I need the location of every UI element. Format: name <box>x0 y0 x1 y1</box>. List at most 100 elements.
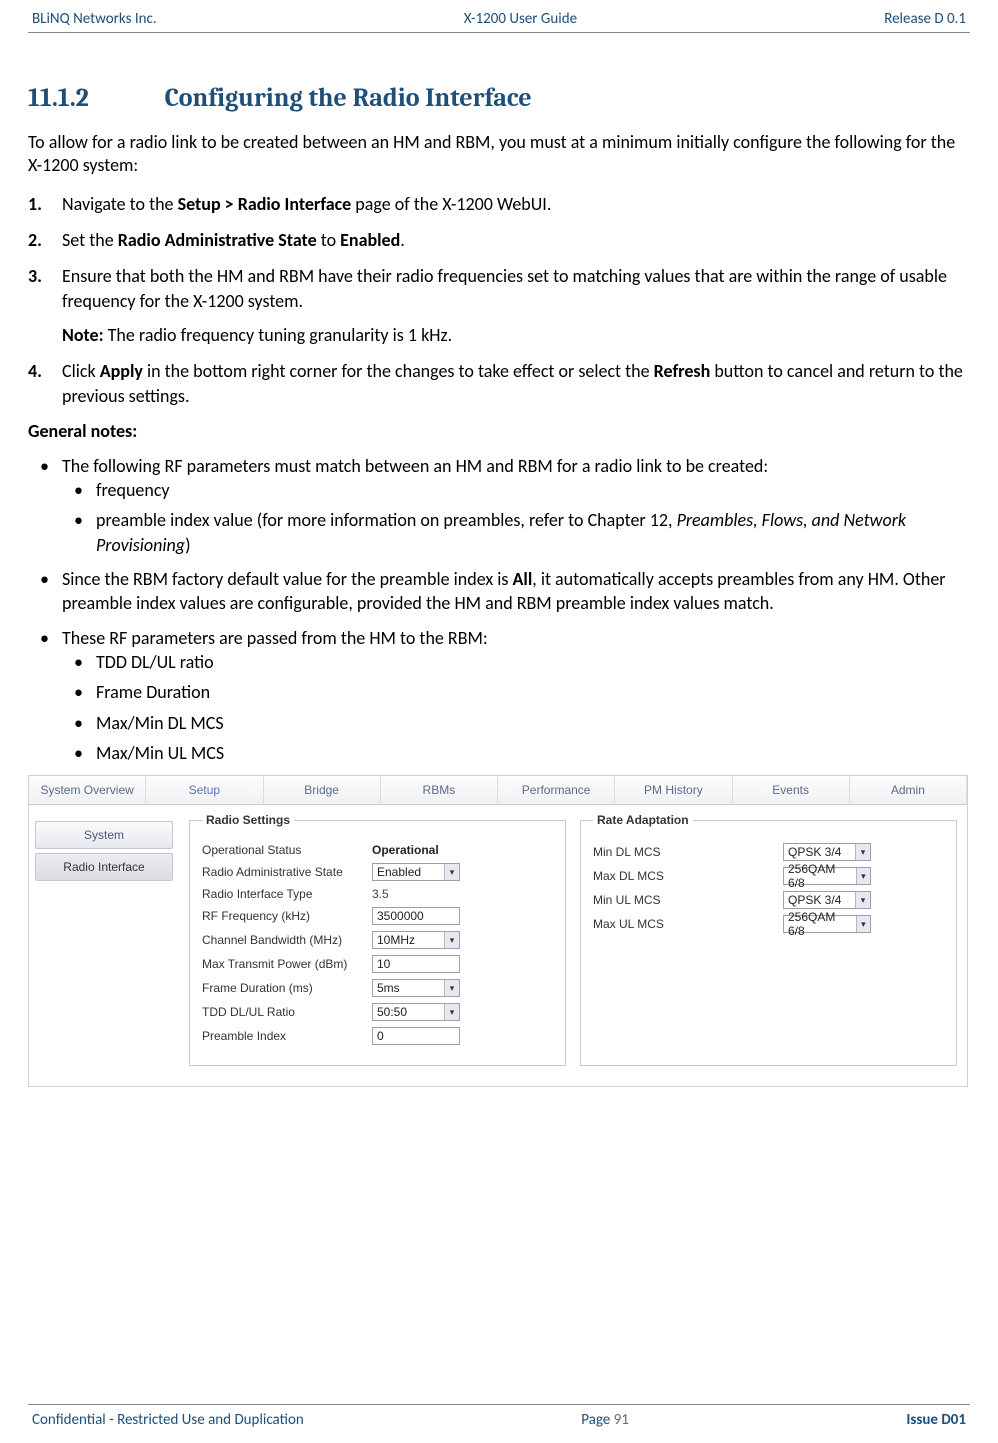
step-text: Navigate to the <box>62 193 178 215</box>
note-text: Since the RBM factory default value for … <box>62 568 513 590</box>
note-text: ) <box>185 534 190 556</box>
field-name: Radio Administrative State <box>118 229 317 251</box>
tab-bridge[interactable]: Bridge <box>264 776 381 804</box>
rate-adaptation-panel: Rate Adaptation Min DL MCS QPSK 3/4 Max … <box>580 813 957 1066</box>
rf-frequency-label: RF Frequency (kHz) <box>202 909 372 923</box>
list-item: TDD DL/UL ratio <box>62 650 970 674</box>
tdd-ratio-select[interactable]: 50:50 <box>372 1003 460 1021</box>
step-text: page of the X-1200 WebUI. <box>351 193 551 215</box>
footer-issue: Issue D01 <box>906 1411 966 1429</box>
sidebar-item-system[interactable]: System <box>35 821 173 849</box>
steps-list: 1. Navigate to the Setup > Radio Interfa… <box>28 192 970 408</box>
max-tx-power-input[interactable]: 10 <box>372 955 460 973</box>
max-ul-mcs-select[interactable]: 256QAM 6/8 <box>783 915 871 933</box>
footer-page: Page 91 <box>581 1411 629 1429</box>
admin-state-label: Radio Administrative State <box>202 865 372 879</box>
webui-screenshot: System Overview Setup Bridge RBMs Perfor… <box>28 775 968 1087</box>
main-panel: Radio Settings Operational Status Operat… <box>179 805 967 1086</box>
min-dl-mcs-select[interactable]: QPSK 3/4 <box>783 843 871 861</box>
interface-type-label: Radio Interface Type <box>202 887 372 901</box>
list-item: preamble index value (for more informati… <box>62 508 970 557</box>
tab-events[interactable]: Events <box>733 776 850 804</box>
page-header: BLiNQ Networks Inc. X-1200 User Guide Re… <box>28 0 970 33</box>
sub-list: frequency preamble index value (for more… <box>62 478 970 557</box>
frame-duration-label: Frame Duration (ms) <box>202 981 372 995</box>
list-item: Frame Duration <box>62 680 970 704</box>
general-notes-list: The following RF parameters must match b… <box>28 454 970 765</box>
page-number: 91 <box>614 1411 629 1429</box>
step-note: Note: The radio frequency tuning granula… <box>62 323 970 347</box>
min-ul-mcs-select[interactable]: QPSK 3/4 <box>783 891 871 909</box>
step-4: 4. Click Apply in the bottom right corne… <box>28 359 970 408</box>
preamble-index-label: Preamble Index <box>202 1029 372 1043</box>
section-title-text: Configuring the Radio Interface <box>165 83 532 113</box>
rf-frequency-input[interactable]: 3500000 <box>372 907 460 925</box>
note-text: These RF parameters are passed from the … <box>62 627 488 649</box>
tab-admin[interactable]: Admin <box>850 776 967 804</box>
preamble-index-input[interactable]: 0 <box>372 1027 460 1045</box>
section-number: 11.1.2 <box>28 83 89 113</box>
min-dl-mcs-label: Min DL MCS <box>593 845 783 859</box>
step-number: 2. <box>28 228 42 252</box>
tab-system-overview[interactable]: System Overview <box>29 776 146 804</box>
tab-bar: System Overview Setup Bridge RBMs Perfor… <box>29 776 967 805</box>
channel-bandwidth-select[interactable]: 10MHz <box>372 931 460 949</box>
general-notes-heading: General notes: <box>28 420 970 442</box>
channel-bandwidth-label: Channel Bandwidth (MHz) <box>202 933 372 947</box>
frame-duration-select[interactable]: 5ms <box>372 979 460 997</box>
interface-type-value: 3.5 <box>372 887 389 901</box>
list-item: frequency <box>62 478 970 502</box>
button-name: Refresh <box>654 360 711 382</box>
min-ul-mcs-label: Min UL MCS <box>593 893 783 907</box>
max-dl-mcs-select[interactable]: 256QAM 6/8 <box>783 867 871 885</box>
admin-state-select[interactable]: Enabled <box>372 863 460 881</box>
sub-list: TDD DL/UL ratio Frame Duration Max/Min D… <box>62 650 970 765</box>
max-tx-power-label: Max Transmit Power (dBm) <box>202 957 372 971</box>
page-label: Page <box>581 1411 610 1429</box>
tab-setup[interactable]: Setup <box>146 776 263 804</box>
list-item: The following RF parameters must match b… <box>28 454 970 557</box>
note-text: preamble index value (for more informati… <box>96 509 677 531</box>
header-center: X-1200 User Guide <box>464 10 577 28</box>
footer-left: Confidential - Restricted Use and Duplic… <box>32 1411 304 1429</box>
section-heading: 11.1.2 Configuring the Radio Interface <box>28 83 970 113</box>
list-item: Max/Min DL MCS <box>62 711 970 735</box>
note-text: The radio frequency tuning granularity i… <box>104 324 453 346</box>
max-ul-mcs-label: Max UL MCS <box>593 917 783 931</box>
panel-legend: Rate Adaptation <box>593 813 693 827</box>
menu-path: Setup > Radio Interface <box>178 193 352 215</box>
step-text: Ensure that both the HM and RBM have the… <box>62 265 947 311</box>
max-dl-mcs-label: Max DL MCS <box>593 869 783 883</box>
note-text: The following RF parameters must match b… <box>62 455 768 477</box>
field-value: Enabled <box>340 229 400 251</box>
header-left: BLiNQ Networks Inc. <box>32 10 157 28</box>
list-item: Max/Min UL MCS <box>62 741 970 765</box>
button-name: Apply <box>100 360 143 382</box>
sidebar: System Radio Interface <box>29 805 179 1086</box>
list-item: Since the RBM factory default value for … <box>28 567 970 616</box>
step-2: 2. Set the Radio Administrative State to… <box>28 228 970 252</box>
step-text: in the bottom right corner for the chang… <box>143 360 654 382</box>
value-name: All <box>513 568 533 590</box>
step-text: Set the <box>62 229 118 251</box>
note-label: Note: <box>62 324 104 346</box>
step-1: 1. Navigate to the Setup > Radio Interfa… <box>28 192 970 216</box>
operational-status-label: Operational Status <box>202 843 372 857</box>
tab-performance[interactable]: Performance <box>498 776 615 804</box>
page-footer: Confidential - Restricted Use and Duplic… <box>28 1404 970 1429</box>
operational-status-value: Operational <box>372 843 482 857</box>
tab-rbms[interactable]: RBMs <box>381 776 498 804</box>
step-text: to <box>317 229 340 251</box>
step-text: . <box>400 229 405 251</box>
sidebar-item-radio-interface[interactable]: Radio Interface <box>35 853 173 881</box>
step-number: 3. <box>28 264 42 288</box>
panel-legend: Radio Settings <box>202 813 294 827</box>
step-3: 3. Ensure that both the HM and RBM have … <box>28 264 970 347</box>
tdd-ratio-label: TDD DL/UL Ratio <box>202 1005 372 1019</box>
step-number: 1. <box>28 192 42 216</box>
step-number: 4. <box>28 359 42 383</box>
intro-paragraph: To allow for a radio link to be created … <box>28 131 970 178</box>
tab-pm-history[interactable]: PM History <box>615 776 732 804</box>
step-text: Click <box>62 360 100 382</box>
radio-settings-panel: Radio Settings Operational Status Operat… <box>189 813 566 1066</box>
